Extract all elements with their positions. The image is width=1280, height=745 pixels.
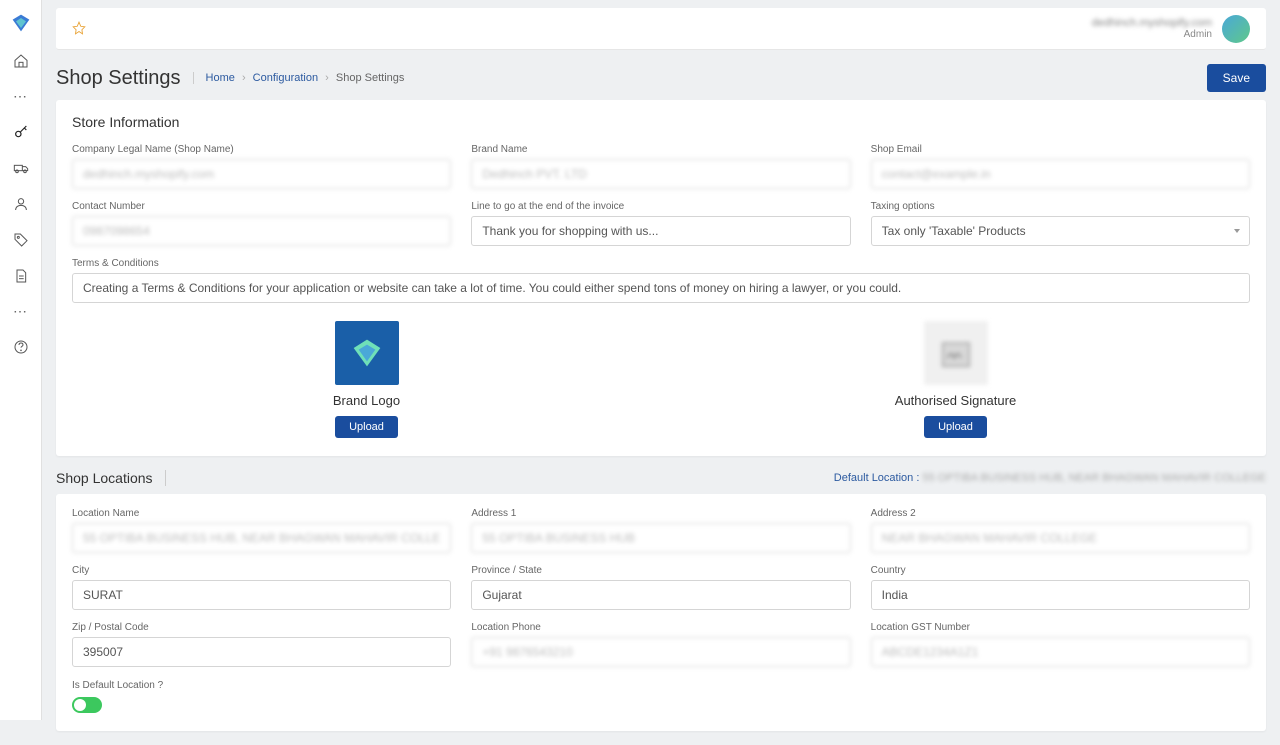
phone-label: Location Phone — [471, 622, 850, 633]
addr1-label: Address 1 — [471, 508, 850, 519]
brand-label: Brand Name — [471, 144, 850, 155]
star-icon[interactable] — [72, 21, 88, 37]
help-icon[interactable] — [12, 338, 30, 356]
signature-image — [924, 321, 988, 385]
store-info-title: Store Information — [72, 114, 1250, 130]
province-input[interactable] — [471, 580, 850, 610]
default-location-toggle[interactable] — [72, 697, 102, 713]
upload-brand-logo-button[interactable]: Upload — [335, 416, 398, 438]
default-toggle-label: Is Default Location ? — [72, 680, 163, 691]
topbar: dedhinch.myshopify.com Admin — [56, 8, 1266, 50]
taxing-select[interactable]: Tax only 'Taxable' Products — [871, 216, 1250, 246]
page-title: Shop Settings — [56, 67, 181, 90]
country-label: Country — [871, 565, 1250, 576]
truck-icon[interactable] — [12, 159, 30, 177]
avatar[interactable] — [1222, 15, 1250, 43]
company-input[interactable] — [72, 159, 451, 189]
brand-input[interactable] — [471, 159, 850, 189]
email-label: Shop Email — [871, 144, 1250, 155]
country-input[interactable] — [871, 580, 1250, 610]
zip-label: Zip / Postal Code — [72, 622, 451, 633]
sidebar: ⋯ ⋯ — [0, 0, 42, 720]
home-icon[interactable] — [12, 52, 30, 70]
tag-icon[interactable] — [12, 231, 30, 249]
addr2-label: Address 2 — [871, 508, 1250, 519]
document-icon[interactable] — [12, 267, 30, 285]
taxing-label: Taxing options — [871, 201, 1250, 212]
company-label: Company Legal Name (Shop Name) — [72, 144, 451, 155]
email-input[interactable] — [871, 159, 1250, 189]
key-icon[interactable] — [12, 123, 30, 141]
shop-locations-title: Shop Locations — [56, 470, 166, 486]
terms-input[interactable] — [72, 273, 1250, 303]
brand-logo-image — [335, 321, 399, 385]
phone-input[interactable] — [471, 637, 850, 667]
more-icon-1[interactable]: ⋯ — [13, 88, 28, 105]
loc-name-input[interactable] — [72, 523, 451, 553]
breadcrumb-config[interactable]: Configuration — [253, 72, 318, 84]
user-shop-name: dedhinch.myshopify.com — [1092, 17, 1212, 29]
save-button[interactable]: Save — [1207, 64, 1266, 92]
breadcrumb: Home › Configuration › Shop Settings — [193, 72, 405, 84]
default-location-indicator: Default Location : 55 OPTIBA BUSINESS HU… — [834, 472, 1266, 484]
upload-signature-button[interactable]: Upload — [924, 416, 987, 438]
shop-location-card: Location Name Address 1 Address 2 City P… — [56, 494, 1266, 731]
contact-label: Contact Number — [72, 201, 451, 212]
app-logo[interactable] — [10, 12, 32, 34]
zip-input[interactable] — [72, 637, 451, 667]
gst-input[interactable] — [871, 637, 1250, 667]
gst-label: Location GST Number — [871, 622, 1250, 633]
brand-logo-label: Brand Logo — [333, 393, 400, 408]
breadcrumb-current: Shop Settings — [336, 72, 405, 84]
store-info-card: Store Information Company Legal Name (Sh… — [56, 100, 1266, 456]
breadcrumb-home[interactable]: Home — [206, 72, 235, 84]
user-icon[interactable] — [12, 195, 30, 213]
user-role: Admin — [1092, 29, 1212, 40]
city-input[interactable] — [72, 580, 451, 610]
loc-name-label: Location Name — [72, 508, 451, 519]
more-icon-2[interactable]: ⋯ — [13, 303, 28, 320]
contact-input[interactable] — [72, 216, 451, 246]
invoice-line-label: Line to go at the end of the invoice — [471, 201, 850, 212]
terms-label: Terms & Conditions — [72, 258, 1250, 269]
province-label: Province / State — [471, 565, 850, 576]
city-label: City — [72, 565, 451, 576]
invoice-line-input[interactable] — [471, 216, 850, 246]
chevron-right-icon: › — [242, 72, 246, 84]
addr2-input[interactable] — [871, 523, 1250, 553]
chevron-right-icon: › — [325, 72, 329, 84]
signature-label: Authorised Signature — [895, 393, 1016, 408]
addr1-input[interactable] — [471, 523, 850, 553]
